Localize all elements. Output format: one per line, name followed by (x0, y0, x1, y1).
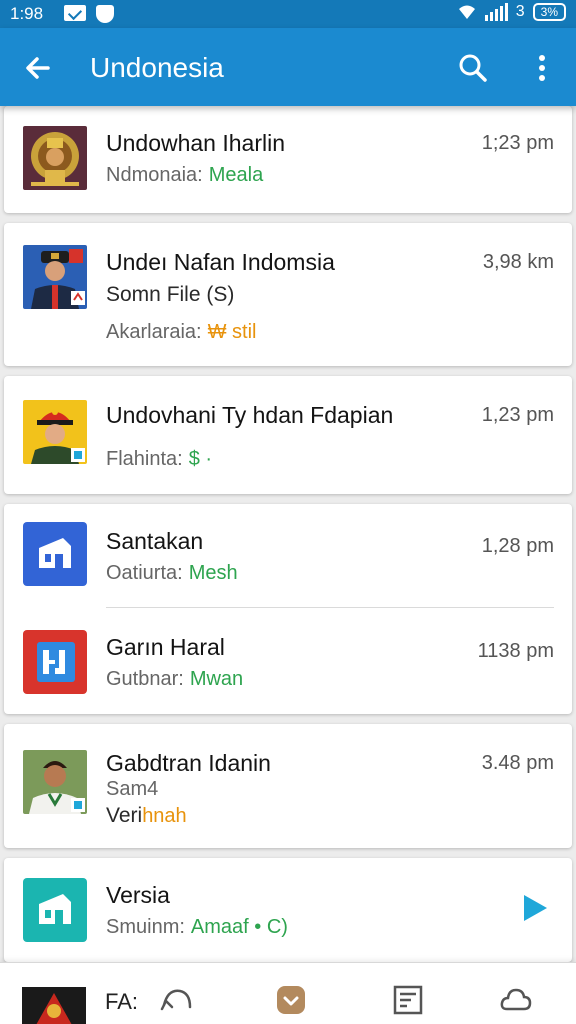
message-subtitle: Flahinta: $ · (106, 448, 213, 470)
message-card: Santakan Oatiurta: Mesh 1,28 pm Garın Har… (4, 504, 572, 714)
red-cap-portrait-avatar (23, 400, 87, 464)
inbox-icon[interactable] (272, 981, 310, 1019)
message-row[interactable]: Garın Haral Gutbnar: Mwan 1138 pm (4, 608, 572, 714)
cloud-icon[interactable] (497, 981, 535, 1019)
message-title: Undeı Nafan Indomsia (106, 249, 335, 275)
message-row[interactable]: Santakan Oatiurta: Mesh 1,28 pm (4, 504, 572, 608)
message-time: 3,98 km (482, 251, 554, 273)
message-subtitle: Ndmonaia: Meala (106, 164, 264, 186)
search-icon[interactable] (455, 50, 491, 86)
message-subtitle: Smuinm: Amaaf • C) (106, 916, 288, 938)
network-indicator: 3 (515, 3, 525, 20)
message-subtitle: Akarlaraia: ₩ stil (106, 321, 257, 343)
red-app-icon (23, 630, 87, 694)
message-title: Versia (106, 882, 170, 908)
message-card: Undowhan Iharlin Ndmonaia: Meala 1;23 pm (4, 106, 572, 213)
message-title: Gabdtran Idanin (106, 750, 271, 776)
message-second-line: Somn File (S) (106, 283, 235, 306)
wifi-icon (458, 5, 475, 19)
message-card: Undovhani Ty hdan Fdapian Flahinta: $ · 1… (4, 376, 572, 494)
message-row[interactable]: Undeı Nafan Indomsia Somn File (S) Akarl… (4, 223, 572, 366)
teal-app-icon (23, 878, 87, 942)
message-subtitle: Oatiurta: Mesh (106, 562, 238, 584)
message-subtitle: Gutbnar: Mwan (106, 668, 244, 690)
message-time: 1,23 pm (481, 404, 554, 426)
message-row[interactable]: Undowhan Iharlin Ndmonaia: Meala 1;23 pm (4, 106, 572, 213)
message-card: Undeı Nafan Indomsia Somn File (S) Akarl… (4, 223, 572, 366)
message-row[interactable]: Gabdtran Idanin Sam4 Verihnah 3.48 pm (4, 724, 572, 848)
signal-icon (484, 3, 508, 21)
mail-icon (64, 5, 86, 21)
message-card: Gabdtran Idanin Sam4 Verihnah 3.48 pm (4, 724, 572, 848)
emblem-avatar[interactable] (22, 987, 86, 1024)
message-second-line: Sam4 (106, 778, 159, 800)
battery-icon: 3% (532, 3, 566, 21)
message-row[interactable]: Versia Smuinm: Amaaf • C) (4, 858, 572, 962)
document-icon[interactable] (389, 981, 427, 1019)
blue-app-icon (23, 522, 87, 586)
bottom-bar: FA: (0, 962, 576, 1024)
shield-icon (96, 5, 114, 23)
message-title: Santakan (106, 528, 204, 554)
status-time: 1:98 (10, 4, 44, 23)
message-time: 1;23 pm (481, 132, 554, 154)
play-icon[interactable] (520, 892, 550, 924)
app-bar: Undonesia (0, 28, 576, 106)
man-portrait-avatar (23, 750, 87, 814)
message-title: Garın Haral (106, 634, 225, 660)
page-title: Undonesia (90, 52, 224, 83)
message-row[interactable]: Undovhani Ty hdan Fdapian Flahinta: $ · 1… (4, 376, 572, 494)
status-bar: 1:98 3 3% (0, 0, 576, 28)
message-card: Versia Smuinm: Amaaf • C) (4, 858, 572, 962)
more-vert-icon[interactable] (524, 50, 560, 86)
back-arrow-icon[interactable] (20, 50, 56, 86)
message-title: Undowhan Iharlin (106, 130, 286, 156)
message-title: Undovhani Ty hdan Fdapian (106, 402, 394, 428)
message-subtitle: Verihnah (106, 804, 187, 827)
message-time: 1138 pm (477, 640, 554, 662)
message-time: 3.48 pm (481, 752, 554, 774)
ornate-emblem-avatar (23, 126, 87, 190)
officer-portrait-avatar (23, 245, 87, 309)
reply-icon[interactable] (158, 981, 196, 1019)
message-time: 1,28 pm (481, 535, 554, 557)
bottom-label: FA: (105, 989, 139, 1014)
